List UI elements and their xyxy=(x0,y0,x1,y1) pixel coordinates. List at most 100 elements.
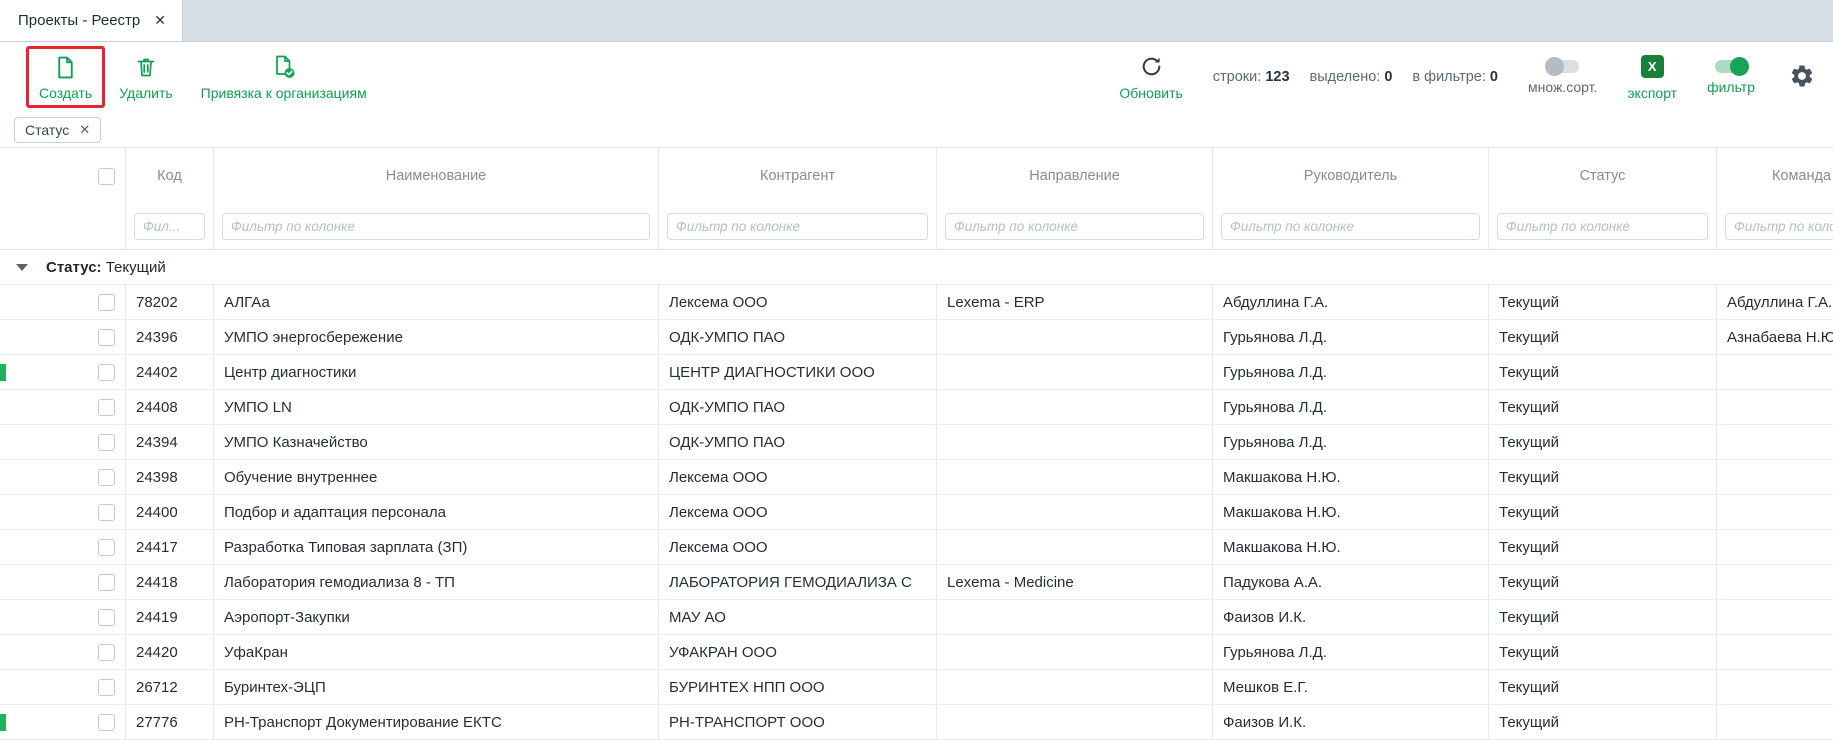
table-row[interactable]: 24396 УМПО энергосбережение ОДК-УМПО ПАО… xyxy=(0,320,1833,355)
row-expand-cell xyxy=(0,320,44,354)
cell-name: Аэропорт-Закупки xyxy=(214,600,659,634)
row-handle-cell xyxy=(44,670,88,704)
chip-label: Статус xyxy=(25,122,69,138)
refresh-button[interactable]: Обновить xyxy=(1119,54,1182,101)
row-checkbox[interactable] xyxy=(98,574,115,591)
column-header-direction[interactable]: Направление xyxy=(937,148,1213,204)
cell-team xyxy=(1717,635,1833,669)
cell-counterparty: БУРИНТЕХ НПП ООО xyxy=(659,670,937,704)
table-row[interactable]: 24418 Лаборатория гемодиализа 8 - ТП ЛАБ… xyxy=(0,565,1833,600)
row-checkbox[interactable] xyxy=(98,609,115,626)
row-check-cell xyxy=(88,530,126,564)
export-label: экспорт xyxy=(1627,85,1677,101)
row-checkbox[interactable] xyxy=(98,399,115,416)
row-checkbox[interactable] xyxy=(98,644,115,661)
cell-status: Текущий xyxy=(1489,425,1717,459)
table-row[interactable]: 24420 УфаКран УФАКРАН ООО Гурьянова Л.Д.… xyxy=(0,635,1833,670)
row-handle-cell xyxy=(44,460,88,494)
row-check-cell xyxy=(88,460,126,494)
group-row-status-current[interactable]: Статус: Текущий xyxy=(0,250,1833,285)
cell-direction xyxy=(937,390,1213,424)
status-filter-chip[interactable]: Статус ✕ xyxy=(14,117,101,143)
row-check-cell xyxy=(88,600,126,634)
cell-counterparty: ЦЕНТР ДИАГНОСТИКИ ООО xyxy=(659,355,937,389)
row-expand-cell xyxy=(0,530,44,564)
row-handle-cell xyxy=(44,705,88,739)
link-organizations-button[interactable]: Привязка к организациям xyxy=(201,54,367,101)
counterparty-filter-input[interactable] xyxy=(667,213,928,240)
name-filter-input[interactable] xyxy=(222,213,650,240)
row-handle-cell xyxy=(44,390,88,424)
row-checkbox[interactable] xyxy=(98,434,115,451)
row-expand-cell xyxy=(0,390,44,424)
filter-chips-row: Статус ✕ xyxy=(0,112,1833,148)
row-checkbox[interactable] xyxy=(98,539,115,556)
table-row[interactable]: 24408 УМПО LN ОДК-УМПО ПАО Гурьянова Л.Д… xyxy=(0,390,1833,425)
create-button[interactable]: Создать xyxy=(39,54,92,101)
direction-filter-input[interactable] xyxy=(945,213,1204,240)
select-all-checkbox[interactable] xyxy=(98,168,115,185)
table-row[interactable]: 78202 АЛГАа Лексема ООО Lexema - ERP Абд… xyxy=(0,285,1833,320)
cell-team: Абдуллина Г.А. xyxy=(1717,285,1833,319)
row-checkbox[interactable] xyxy=(98,504,115,521)
cell-team xyxy=(1717,355,1833,389)
row-handle-cell xyxy=(44,425,88,459)
settings-button[interactable] xyxy=(1789,63,1815,92)
cell-status: Текущий xyxy=(1489,460,1717,494)
column-header-code[interactable]: Код xyxy=(126,148,214,204)
cell-name: УМПО Казначейство xyxy=(214,425,659,459)
multisort-toggle[interactable]: множ.сорт. xyxy=(1528,60,1597,95)
cell-code: 24408 xyxy=(126,390,214,424)
table-row[interactable]: 24419 Аэропорт-Закупки МАУ АО Фаизов И.К… xyxy=(0,600,1833,635)
chip-close-icon[interactable]: ✕ xyxy=(79,122,90,138)
column-header-team[interactable]: Команда xyxy=(1717,148,1833,204)
cell-team xyxy=(1717,670,1833,704)
row-checkbox[interactable] xyxy=(98,679,115,696)
row-checkbox[interactable] xyxy=(98,469,115,486)
cell-status: Текущий xyxy=(1489,565,1717,599)
status-filter-input[interactable] xyxy=(1497,213,1708,240)
row-check-cell xyxy=(88,670,126,704)
collapse-group-icon[interactable] xyxy=(16,264,28,271)
new-document-icon xyxy=(53,54,78,80)
table-row[interactable]: 24400 Подбор и адаптация персонала Лексе… xyxy=(0,495,1833,530)
row-checkbox[interactable] xyxy=(98,329,115,346)
team-filter-input[interactable] xyxy=(1725,213,1833,240)
cell-code: 24418 xyxy=(126,565,214,599)
cell-counterparty: Лексема ООО xyxy=(659,285,937,319)
table-row[interactable]: 24394 УМПО Казначейство ОДК-УМПО ПАО Гур… xyxy=(0,425,1833,460)
manager-filter-input[interactable] xyxy=(1221,213,1480,240)
rows-count: строки: 123 xyxy=(1213,69,1290,85)
cell-code: 26712 xyxy=(126,670,214,704)
table-row[interactable]: 24402 Центр диагностики ЦЕНТР ДИАГНОСТИК… xyxy=(0,355,1833,390)
tab-close-icon[interactable]: ✕ xyxy=(154,12,166,29)
column-header-manager[interactable]: Руководитель xyxy=(1213,148,1489,204)
table-row[interactable]: 24398 Обучение внутреннее Лексема ООО Ма… xyxy=(0,460,1833,495)
column-header-status[interactable]: Статус xyxy=(1489,148,1717,204)
cell-counterparty: Лексема ООО xyxy=(659,530,937,564)
tab-projects-registry[interactable]: Проекты - Реестр ✕ xyxy=(0,0,183,41)
table-row[interactable]: 27776 РН-Транспорт Документирование ЕКТС… xyxy=(0,705,1833,740)
row-checkbox[interactable] xyxy=(98,364,115,381)
filter-toggle[interactable]: фильтр xyxy=(1707,60,1755,95)
cell-team xyxy=(1717,460,1833,494)
cell-direction xyxy=(937,460,1213,494)
row-checkbox[interactable] xyxy=(98,714,115,731)
table-row[interactable]: 26712 Буринтех-ЭЦП БУРИНТЕХ НПП ООО Мешк… xyxy=(0,670,1833,705)
row-expand-cell xyxy=(0,565,44,599)
delete-button[interactable]: Удалить xyxy=(119,54,172,101)
grid-stats: строки: 123 выделено: 0 в фильтре: 0 xyxy=(1213,69,1498,85)
cell-team xyxy=(1717,495,1833,529)
trash-icon xyxy=(134,54,158,80)
export-button[interactable]: X экспорт xyxy=(1627,54,1677,101)
cell-direction xyxy=(937,670,1213,704)
cell-manager: Гурьянова Л.Д. xyxy=(1213,425,1489,459)
table-row[interactable]: 24417 Разработка Типовая зарплата (ЗП) Л… xyxy=(0,530,1833,565)
row-check-cell xyxy=(88,705,126,739)
code-filter-input[interactable] xyxy=(134,213,205,240)
row-checkbox[interactable] xyxy=(98,294,115,311)
column-header-name[interactable]: Наименование xyxy=(214,148,659,204)
cell-manager: Макшакова Н.Ю. xyxy=(1213,530,1489,564)
column-header-counterparty[interactable]: Контрагент xyxy=(659,148,937,204)
cell-status: Текущий xyxy=(1489,530,1717,564)
